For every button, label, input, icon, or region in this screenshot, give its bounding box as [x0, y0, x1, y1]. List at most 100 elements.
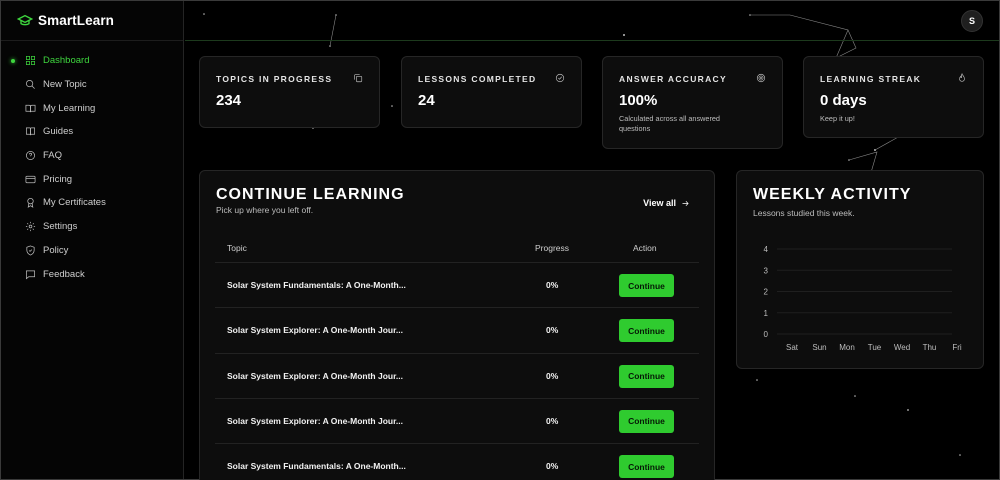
search-icon [26, 80, 35, 89]
stat-label: LEARNING STREAK [820, 74, 922, 84]
credit-card-icon [25, 175, 36, 183]
message-icon [26, 269, 35, 279]
sidebar-item-faq[interactable]: FAQ [1, 144, 183, 168]
table-row: Solar System Explorer: A One-Month Jour.… [215, 399, 699, 445]
shield-icon [26, 245, 35, 256]
arrow-right-icon [682, 200, 689, 206]
panel-title: CONTINUE LEARNING [216, 186, 405, 203]
stat-card-lessons-completed: LESSONS COMPLETED 24 [401, 56, 582, 128]
sidebar-item-my-certificates[interactable]: My Certificates [1, 191, 183, 215]
stat-subtext: Keep it up! [820, 114, 855, 123]
topic-cell[interactable]: Solar System Fundamentals: A One-Month..… [227, 461, 406, 471]
view-all-label: View all [643, 198, 676, 208]
topic-cell[interactable]: Solar System Explorer: A One-Month Jour.… [227, 371, 403, 381]
sidebar-item-label: Policy [43, 244, 69, 256]
stat-value: 234 [216, 92, 242, 109]
topic-cell[interactable]: Solar System Explorer: A One-Month Jour.… [227, 325, 403, 335]
x-tick-label: Fri [952, 343, 962, 352]
continue-button[interactable]: Continue [619, 409, 674, 433]
column-header-topic: Topic [227, 243, 247, 253]
book-icon [26, 127, 35, 136]
table-row: Solar System Fundamentals: A One-Month..… [215, 444, 699, 480]
y-tick-label: 4 [764, 245, 769, 254]
sidebar-item-label: Feedback [43, 268, 85, 280]
y-tick-label: 0 [764, 330, 769, 339]
y-tick-label: 2 [764, 288, 769, 297]
sidebar-item-guides[interactable]: Guides [1, 120, 183, 144]
continue-button[interactable]: Continue [619, 364, 674, 388]
progress-cell: 0% [546, 461, 559, 472]
stat-label: TOPICS IN PROGRESS [216, 74, 333, 84]
sidebar-nav: Dashboard New Topic My Learning Guides F… [1, 41, 183, 286]
column-header-action: Action [633, 243, 657, 253]
brand-name: SmartLearn [38, 13, 115, 28]
sidebar: SmartLearn Dashboard New Topic My Learni… [1, 1, 184, 479]
dashboard-icon [26, 56, 35, 66]
sidebar-item-my-learning[interactable]: My Learning [1, 96, 183, 120]
table-header: Topic Progress Action [215, 233, 699, 263]
sidebar-item-label: FAQ [43, 150, 63, 162]
stat-card-answer-accuracy: ANSWER ACCURACY 100% Calculated across a… [602, 56, 783, 149]
topic-cell[interactable]: Solar System Fundamentals: A One-Month..… [227, 280, 406, 290]
check-circle-icon [555, 73, 565, 83]
copy-icon [354, 74, 363, 83]
column-header-progress: Progress [535, 243, 570, 253]
table-row: Solar System Explorer: A One-Month Jour.… [215, 308, 699, 354]
certificate-icon [27, 198, 34, 209]
sidebar-item-policy[interactable]: Policy [1, 239, 183, 263]
target-icon [756, 73, 766, 83]
sidebar-item-new-topic[interactable]: New Topic [1, 73, 183, 97]
panel-subtitle: Pick up where you left off. [216, 205, 314, 215]
sidebar-item-label: Dashboard [43, 55, 90, 67]
y-tick-label: 1 [764, 309, 769, 318]
table-row: Solar System Explorer: A One-Month Jour.… [215, 354, 699, 399]
table-row: Solar System Fundamentals: A One-Month..… [215, 263, 699, 309]
sidebar-item-label: Pricing [43, 173, 73, 185]
flame-icon [959, 73, 965, 82]
progress-cell: 0% [546, 325, 559, 336]
brand-logo[interactable]: SmartLearn [1, 1, 183, 41]
book-open-icon [25, 104, 36, 112]
stat-card-topics-in-progress: TOPICS IN PROGRESS 234 [199, 56, 380, 128]
sidebar-item-pricing[interactable]: Pricing [1, 167, 183, 191]
sidebar-item-settings[interactable]: Settings [1, 215, 183, 239]
gear-icon [25, 222, 36, 232]
stat-subtext: Calculated across all answered questions [619, 114, 720, 133]
continue-button[interactable]: Continue [619, 455, 674, 479]
user-avatar[interactable]: S [961, 10, 983, 32]
graduation-cap-icon [17, 14, 33, 25]
sidebar-item-label: New Topic [43, 79, 87, 91]
topic-cell[interactable]: Solar System Explorer: A One-Month Jour.… [227, 416, 403, 426]
stat-label: ANSWER ACCURACY [619, 74, 727, 84]
sidebar-item-label: My Certificates [43, 197, 106, 209]
sidebar-item-label: Guides [43, 126, 74, 138]
progress-cell: 0% [546, 415, 559, 426]
continue-button[interactable]: Continue [619, 274, 674, 297]
stat-value: 100% [619, 92, 658, 109]
x-tick-label: Sat [786, 343, 799, 352]
x-tick-label: Wed [894, 343, 910, 352]
stat-value: 24 [418, 92, 435, 109]
weekly-activity-panel: WEEKLY ACTIVITY Lessons studied this wee… [736, 170, 984, 369]
y-tick-label: 3 [764, 266, 769, 275]
active-indicator [11, 59, 15, 63]
weekly-activity-chart: 0 1 2 3 4 Sat Sun Mon Tue Wed Thu Fri [764, 245, 962, 352]
progress-cell: 0% [546, 280, 559, 290]
stat-label: LESSONS COMPLETED [418, 74, 537, 84]
sidebar-item-label: My Learning [43, 102, 96, 114]
x-tick-label: Thu [923, 343, 937, 352]
sidebar-item-label: Settings [43, 221, 78, 233]
continue-learning-panel: CONTINUE LEARNING Pick up where you left… [199, 170, 715, 480]
continue-button[interactable]: Continue [619, 319, 674, 343]
progress-cell: 0% [546, 370, 559, 381]
stat-card-learning-streak: LEARNING STREAK 0 days Keep it up! [803, 56, 984, 138]
x-tick-label: Tue [868, 343, 882, 352]
help-circle-icon [26, 151, 35, 161]
sidebar-item-feedback[interactable]: Feedback [1, 262, 183, 286]
topbar: S [185, 1, 999, 41]
x-tick-label: Sun [812, 343, 826, 352]
view-all-link[interactable]: View all [643, 198, 690, 208]
sidebar-item-dashboard[interactable]: Dashboard [1, 49, 183, 73]
stat-value: 0 days [820, 92, 867, 109]
x-tick-label: Mon [839, 343, 855, 352]
